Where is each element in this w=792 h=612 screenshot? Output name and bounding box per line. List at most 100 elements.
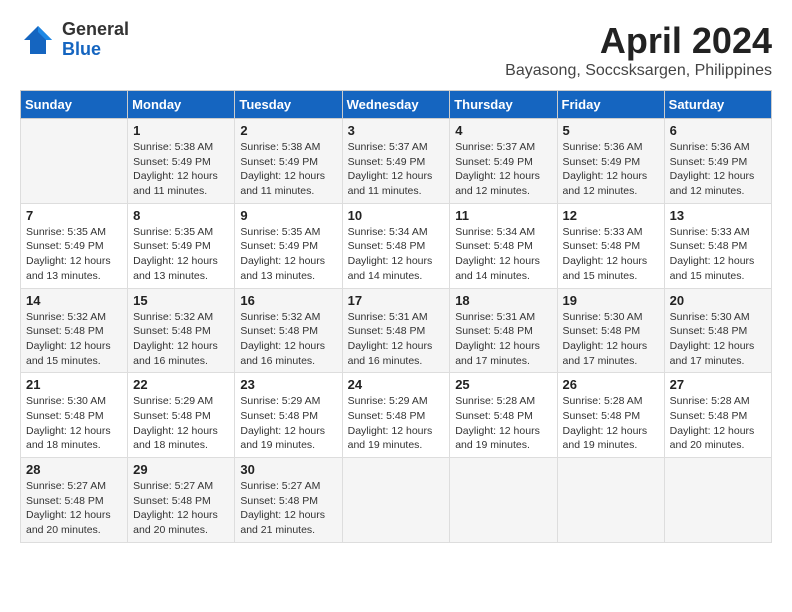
- calendar-cell: 23 Sunrise: 5:29 AMSunset: 5:48 PMDayligh…: [235, 373, 342, 458]
- day-number: 21: [26, 377, 122, 392]
- day-of-week-header: Wednesday: [342, 91, 450, 119]
- day-info: Sunrise: 5:30 AMSunset: 5:48 PMDaylight:…: [670, 310, 766, 369]
- calendar-cell: 11 Sunrise: 5:34 AMSunset: 5:48 PMDayligh…: [450, 203, 557, 288]
- calendar-week-row: 7 Sunrise: 5:35 AMSunset: 5:49 PMDaylight…: [21, 203, 772, 288]
- day-number: 4: [455, 123, 551, 138]
- day-number: 9: [240, 208, 336, 223]
- day-info: Sunrise: 5:38 AMSunset: 5:49 PMDaylight:…: [133, 140, 229, 199]
- day-of-week-header: Friday: [557, 91, 664, 119]
- day-number: 26: [563, 377, 659, 392]
- calendar-cell: 12 Sunrise: 5:33 AMSunset: 5:48 PMDayligh…: [557, 203, 664, 288]
- calendar-cell: 10 Sunrise: 5:34 AMSunset: 5:48 PMDayligh…: [342, 203, 450, 288]
- logo: General Blue: [20, 20, 129, 60]
- day-info: Sunrise: 5:37 AMSunset: 5:49 PMDaylight:…: [455, 140, 551, 199]
- calendar-week-row: 21 Sunrise: 5:30 AMSunset: 5:48 PMDayligh…: [21, 373, 772, 458]
- calendar-cell: 21 Sunrise: 5:30 AMSunset: 5:48 PMDayligh…: [21, 373, 128, 458]
- calendar-cell: 26 Sunrise: 5:28 AMSunset: 5:48 PMDayligh…: [557, 373, 664, 458]
- calendar-cell: 22Sunrise: 5:29 AMSunset: 5:48 PMDayligh…: [128, 373, 235, 458]
- day-number: 7: [26, 208, 122, 223]
- day-of-week-header: Saturday: [664, 91, 771, 119]
- day-number: 13: [670, 208, 766, 223]
- day-number: 19: [563, 293, 659, 308]
- calendar-week-row: 14 Sunrise: 5:32 AMSunset: 5:48 PMDayligh…: [21, 288, 772, 373]
- day-of-week-header: Monday: [128, 91, 235, 119]
- calendar-cell: [342, 458, 450, 543]
- day-number: 2: [240, 123, 336, 138]
- logo-general: General: [62, 19, 129, 39]
- day-info: Sunrise: 5:28 AMSunset: 5:48 PMDaylight:…: [455, 394, 551, 453]
- calendar-cell: 9 Sunrise: 5:35 AMSunset: 5:49 PMDaylight…: [235, 203, 342, 288]
- day-info: Sunrise: 5:29 AMSunset: 5:48 PMDaylight:…: [133, 394, 229, 453]
- calendar-cell: 5 Sunrise: 5:36 AMSunset: 5:49 PMDaylight…: [557, 119, 664, 204]
- day-info: Sunrise: 5:34 AMSunset: 5:48 PMDaylight:…: [455, 225, 551, 284]
- calendar-header-row: SundayMondayTuesdayWednesdayThursdayFrid…: [21, 91, 772, 119]
- calendar-cell: 24Sunrise: 5:29 AMSunset: 5:48 PMDayligh…: [342, 373, 450, 458]
- day-number: 28: [26, 462, 122, 477]
- day-number: 23: [240, 377, 336, 392]
- logo-text: General Blue: [62, 20, 129, 60]
- day-info: Sunrise: 5:38 AMSunset: 5:49 PMDaylight:…: [240, 140, 336, 199]
- calendar-cell: [557, 458, 664, 543]
- day-info: Sunrise: 5:33 AMSunset: 5:48 PMDaylight:…: [670, 225, 766, 284]
- day-info: Sunrise: 5:27 AMSunset: 5:48 PMDaylight:…: [26, 479, 122, 538]
- day-number: 24: [348, 377, 445, 392]
- day-number: 11: [455, 208, 551, 223]
- calendar-cell: 15Sunrise: 5:32 AMSunset: 5:48 PMDayligh…: [128, 288, 235, 373]
- day-number: 30: [240, 462, 336, 477]
- calendar-cell: 18Sunrise: 5:31 AMSunset: 5:48 PMDayligh…: [450, 288, 557, 373]
- day-info: Sunrise: 5:32 AMSunset: 5:48 PMDaylight:…: [26, 310, 122, 369]
- day-of-week-header: Tuesday: [235, 91, 342, 119]
- calendar-cell: [21, 119, 128, 204]
- logo-icon: [20, 22, 56, 58]
- calendar-week-row: 1 Sunrise: 5:38 AMSunset: 5:49 PMDaylight…: [21, 119, 772, 204]
- day-number: 6: [670, 123, 766, 138]
- calendar-cell: 8 Sunrise: 5:35 AMSunset: 5:49 PMDaylight…: [128, 203, 235, 288]
- day-info: Sunrise: 5:33 AMSunset: 5:48 PMDaylight:…: [563, 225, 659, 284]
- day-number: 27: [670, 377, 766, 392]
- day-number: 14: [26, 293, 122, 308]
- day-number: 1: [133, 123, 229, 138]
- day-of-week-header: Sunday: [21, 91, 128, 119]
- day-number: 5: [563, 123, 659, 138]
- location-title: Bayasong, Soccsksargen, Philippines: [505, 62, 772, 80]
- calendar-cell: 25 Sunrise: 5:28 AMSunset: 5:48 PMDayligh…: [450, 373, 557, 458]
- day-info: Sunrise: 5:36 AMSunset: 5:49 PMDaylight:…: [563, 140, 659, 199]
- day-of-week-header: Thursday: [450, 91, 557, 119]
- day-info: Sunrise: 5:28 AMSunset: 5:48 PMDaylight:…: [670, 394, 766, 453]
- day-number: 29: [133, 462, 229, 477]
- day-info: Sunrise: 5:35 AMSunset: 5:49 PMDaylight:…: [240, 225, 336, 284]
- day-info: Sunrise: 5:37 AMSunset: 5:49 PMDaylight:…: [348, 140, 445, 199]
- calendar-cell: 28 Sunrise: 5:27 AMSunset: 5:48 PMDayligh…: [21, 458, 128, 543]
- day-info: Sunrise: 5:29 AMSunset: 5:48 PMDaylight:…: [240, 394, 336, 453]
- day-number: 8: [133, 208, 229, 223]
- logo-blue: Blue: [62, 39, 101, 59]
- day-info: Sunrise: 5:32 AMSunset: 5:48 PMDaylight:…: [240, 310, 336, 369]
- calendar-cell: 14 Sunrise: 5:32 AMSunset: 5:48 PMDayligh…: [21, 288, 128, 373]
- calendar-cell: 2 Sunrise: 5:38 AMSunset: 5:49 PMDaylight…: [235, 119, 342, 204]
- calendar-cell: 1 Sunrise: 5:38 AMSunset: 5:49 PMDaylight…: [128, 119, 235, 204]
- day-info: Sunrise: 5:30 AMSunset: 5:48 PMDaylight:…: [26, 394, 122, 453]
- calendar-table: SundayMondayTuesdayWednesdayThursdayFrid…: [20, 90, 772, 543]
- calendar-cell: 20Sunrise: 5:30 AMSunset: 5:48 PMDayligh…: [664, 288, 771, 373]
- calendar-cell: 4 Sunrise: 5:37 AMSunset: 5:49 PMDaylight…: [450, 119, 557, 204]
- day-info: Sunrise: 5:35 AMSunset: 5:49 PMDaylight:…: [133, 225, 229, 284]
- day-info: Sunrise: 5:32 AMSunset: 5:48 PMDaylight:…: [133, 310, 229, 369]
- calendar-cell: 30 Sunrise: 5:27 AMSunset: 5:48 PMDayligh…: [235, 458, 342, 543]
- header: General Blue April 2024 Bayasong, Soccsk…: [20, 20, 772, 80]
- calendar-cell: 17Sunrise: 5:31 AMSunset: 5:48 PMDayligh…: [342, 288, 450, 373]
- calendar-cell: [450, 458, 557, 543]
- day-info: Sunrise: 5:27 AMSunset: 5:48 PMDaylight:…: [240, 479, 336, 538]
- title-area: April 2024 Bayasong, Soccsksargen, Phili…: [505, 20, 772, 80]
- day-number: 17: [348, 293, 445, 308]
- calendar-cell: 6Sunrise: 5:36 AMSunset: 5:49 PMDaylight…: [664, 119, 771, 204]
- day-info: Sunrise: 5:27 AMSunset: 5:48 PMDaylight:…: [133, 479, 229, 538]
- calendar-cell: 13 Sunrise: 5:33 AMSunset: 5:48 PMDayligh…: [664, 203, 771, 288]
- calendar-cell: 16 Sunrise: 5:32 AMSunset: 5:48 PMDayligh…: [235, 288, 342, 373]
- day-number: 16: [240, 293, 336, 308]
- calendar-cell: 27 Sunrise: 5:28 AMSunset: 5:48 PMDayligh…: [664, 373, 771, 458]
- day-number: 10: [348, 208, 445, 223]
- day-number: 12: [563, 208, 659, 223]
- day-number: 25: [455, 377, 551, 392]
- day-info: Sunrise: 5:28 AMSunset: 5:48 PMDaylight:…: [563, 394, 659, 453]
- day-info: Sunrise: 5:34 AMSunset: 5:48 PMDaylight:…: [348, 225, 445, 284]
